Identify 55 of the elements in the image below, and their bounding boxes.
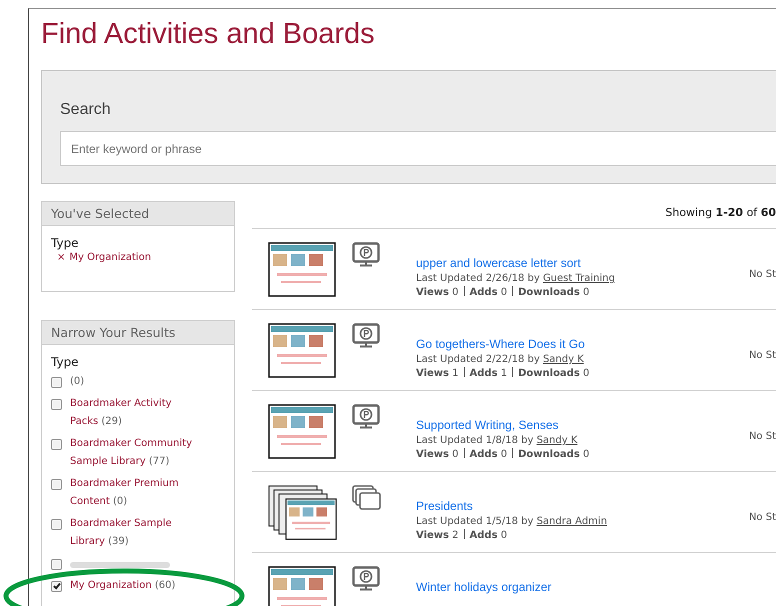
monitor-icon [352, 323, 380, 348]
stat-text: Adds 0 [470, 530, 508, 541]
updated-text: Last Updated 2/26/18 by [416, 273, 540, 284]
status-text: No St [748, 269, 776, 280]
filter-option[interactable]: Boardmaker Premium Content (0) [70, 475, 195, 511]
checkbox[interactable] [51, 581, 62, 592]
search-label: Search [60, 101, 111, 119]
stat-text: Adds 1 [470, 368, 508, 379]
stat-text: Views 0 [416, 449, 459, 460]
stat-text: Views 0 [416, 287, 459, 298]
group-label: Type [51, 355, 80, 369]
checkbox[interactable] [51, 399, 62, 410]
author-link[interactable]: Sandy K [542, 354, 584, 365]
monitor-icon [352, 566, 380, 591]
selected-filter[interactable]: My Organization [69, 252, 152, 263]
status-text: No St [748, 512, 776, 523]
stat-text: Downloads 0 [518, 287, 590, 298]
monitor-icon [352, 404, 380, 429]
result-title-link[interactable]: Winter holidays organizer [416, 580, 552, 594]
updated-text: Last Updated 2/22/18 by [416, 354, 540, 365]
result-title-link[interactable]: Presidents [416, 499, 473, 513]
stat-text: Downloads 0 [518, 449, 590, 460]
results-summary: Showing 1-20 of 60 [664, 205, 776, 221]
filter-option[interactable]: Boardmaker Activity Packs (29) [70, 395, 195, 431]
group-label: Type [51, 236, 80, 250]
result-title-link[interactable]: upper and lowercase letter sort [416, 256, 581, 270]
checkbox[interactable] [51, 377, 62, 388]
updated-text: Last Updated 1/8/18 by [416, 435, 534, 446]
card-heading: You've Selected [42, 202, 234, 226]
checkbox[interactable] [51, 519, 62, 530]
author-link[interactable]: Guest Training [542, 273, 615, 284]
updated-text: Last Updated 1/5/18 by [416, 516, 534, 527]
checkbox[interactable] [51, 559, 62, 570]
checkbox[interactable] [51, 479, 62, 490]
filter-option[interactable]: Boardmaker Sample Library (39) [70, 515, 195, 551]
checkbox[interactable] [51, 439, 62, 450]
result-title-link[interactable]: Go togethers-Where Does it Go [416, 337, 585, 351]
filter-option[interactable]: Boardmaker Community Sample Library (77) [70, 435, 195, 471]
stat-text: Adds 0 [470, 287, 508, 298]
result-title-link[interactable]: Supported Writing, Senses [416, 418, 559, 432]
filter-option[interactable]: (0) [70, 373, 84, 391]
stacked-pages-icon [352, 485, 382, 511]
stat-text: Downloads 0 [518, 368, 590, 379]
page-title: Find Activities and Boards [41, 17, 375, 52]
monitor-icon [352, 242, 380, 267]
card-heading: Narrow Your Results [42, 321, 234, 345]
stat-text: Views 2 [416, 530, 459, 541]
stat-text: Views 1 [416, 368, 459, 379]
author-link[interactable]: Sandra Admin [536, 516, 608, 527]
author-link[interactable]: Sandy K [536, 435, 578, 446]
status-text: No St [748, 431, 776, 442]
status-text: No St [748, 350, 776, 361]
search-field[interactable]: Enter keyword or phrase [60, 131, 776, 166]
remove-icon[interactable]: × [57, 252, 66, 263]
stat-text: Adds 0 [470, 449, 508, 460]
